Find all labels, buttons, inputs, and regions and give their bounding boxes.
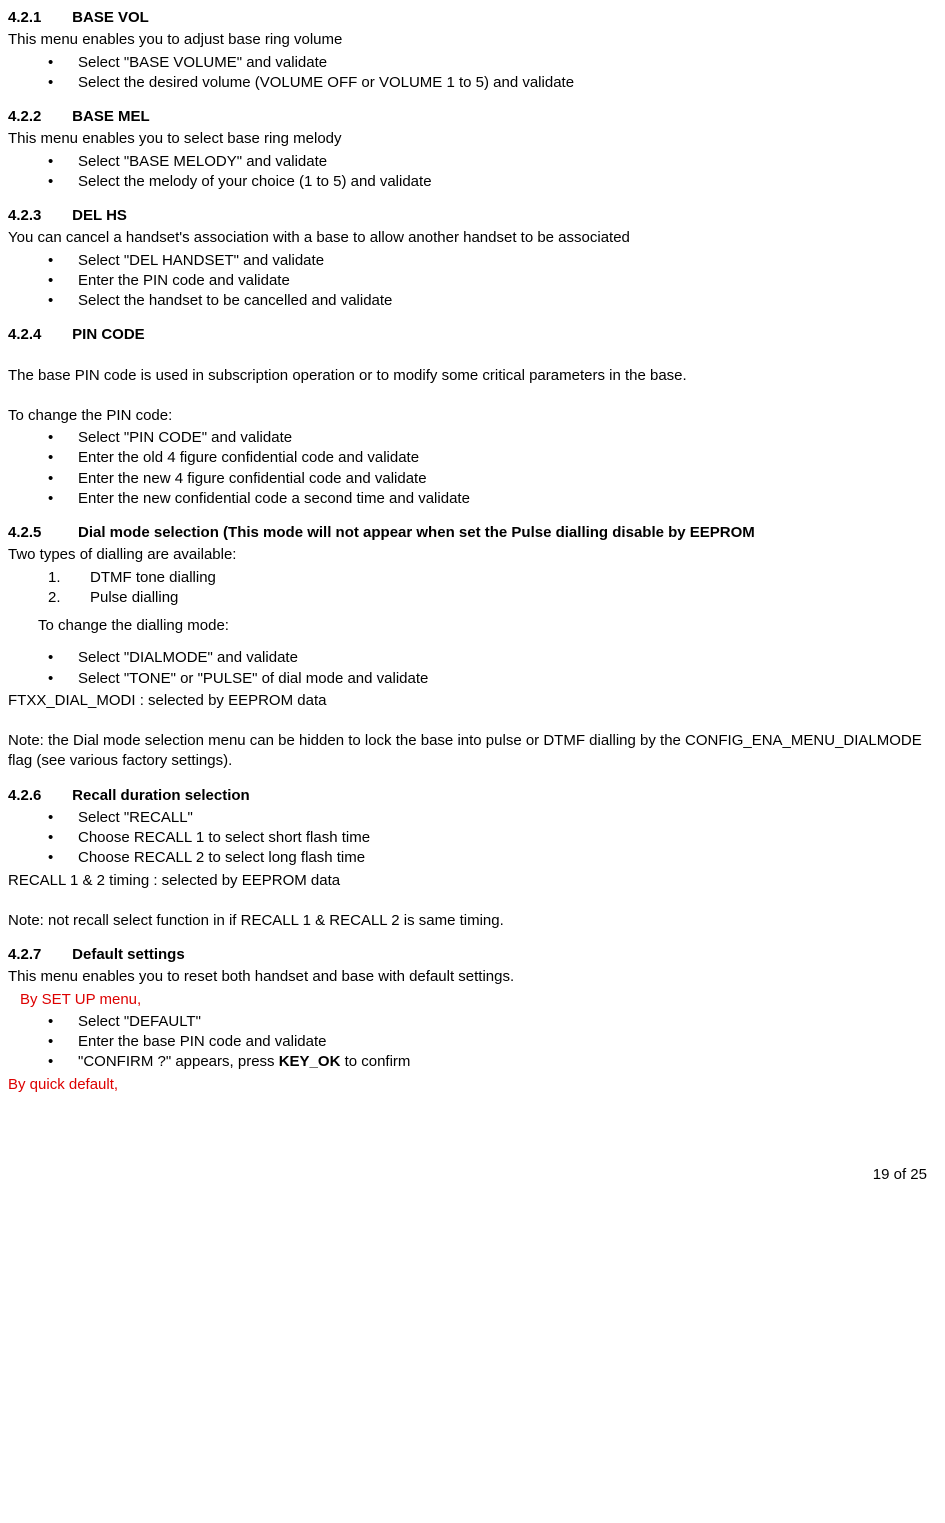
- note-425: Note: the Dial mode selection menu can b…: [8, 731, 935, 772]
- b3a: "CONFIRM ?" appears, press: [78, 1053, 279, 1070]
- heading-title: Dial mode selection (This mode will not …: [78, 523, 935, 543]
- heading-427: 4.2.7 Default settings: [8, 945, 935, 965]
- bullet-item: Enter the base PIN code and validate: [8, 1032, 935, 1052]
- heading-num: 4.2.7: [8, 945, 68, 965]
- bullet-item: Enter the old 4 figure confidential code…: [8, 448, 935, 468]
- heading-425: 4.2.5 Dial mode selection (This mode wil…: [8, 523, 935, 543]
- heading-422: 4.2.2 BASE MEL: [8, 107, 935, 127]
- bullet-item: Select "TONE" or "PULSE" of dial mode an…: [8, 669, 935, 689]
- bullet-item: Enter the new confidential code a second…: [8, 489, 935, 509]
- bullet-item: "CONFIRM ?" appears, press KEY_OK to con…: [8, 1052, 935, 1072]
- bullet-item: Enter the PIN code and validate: [8, 271, 935, 291]
- heading-num: 4.2.6: [8, 786, 68, 806]
- heading-title: Default settings: [72, 946, 185, 963]
- heading-title: PIN CODE: [72, 326, 145, 343]
- bullets-424: Select "PIN CODE" and validate Enter the…: [8, 428, 935, 509]
- bullet-item: Select the handset to be cancelled and v…: [8, 291, 935, 311]
- red1-427: By SET UP menu,: [20, 990, 935, 1010]
- bullet-item: Select the melody of your choice (1 to 5…: [8, 172, 935, 192]
- bullet-item: Select "RECALL": [8, 808, 935, 828]
- p1-424: The base PIN code is used in subscriptio…: [8, 366, 935, 386]
- heading-423: 4.2.3 DEL HS: [8, 206, 935, 226]
- note-426: Note: not recall select function in if R…: [8, 911, 935, 931]
- bullet-item: Select "PIN CODE" and validate: [8, 428, 935, 448]
- p2-424: To change the PIN code:: [8, 406, 935, 426]
- num-item: Pulse dialling: [8, 588, 935, 608]
- bullet-item: Select "DEFAULT": [8, 1012, 935, 1032]
- heading-num: 4.2.2: [8, 107, 68, 127]
- bullet-item: Select "BASE MELODY" and validate: [8, 152, 935, 172]
- heading-title: BASE VOL: [72, 9, 149, 26]
- bullets-421: Select "BASE VOLUME" and validate Select…: [8, 53, 935, 94]
- heading-num: 4.2.5: [8, 523, 68, 543]
- bullets-426: Select "RECALL" Choose RECALL 1 to selec…: [8, 808, 935, 869]
- heading-424: 4.2.4 PIN CODE: [8, 325, 935, 345]
- heading-num: 4.2.3: [8, 206, 68, 226]
- heading-title: BASE MEL: [72, 108, 150, 125]
- bullet-item: Enter the new 4 figure confidential code…: [8, 469, 935, 489]
- intro-422: This menu enables you to select base rin…: [8, 129, 935, 149]
- bullets-423: Select "DEL HANDSET" and validate Enter …: [8, 251, 935, 312]
- heading-421: 4.2.1 BASE VOL: [8, 8, 935, 28]
- intro-425: Two types of dialling are available:: [8, 545, 935, 565]
- intro-423: You can cancel a handset's association w…: [8, 228, 935, 248]
- intro-427: This menu enables you to reset both hand…: [8, 967, 935, 987]
- heading-num: 4.2.1: [8, 8, 68, 28]
- heading-title: DEL HS: [72, 207, 127, 224]
- bullets-427: Select "DEFAULT" Enter the base PIN code…: [8, 1012, 935, 1073]
- num-item: DTMF tone dialling: [8, 568, 935, 588]
- heading-426: 4.2.6 Recall duration selection: [8, 786, 935, 806]
- numlist-425: DTMF tone dialling Pulse dialling: [8, 568, 935, 609]
- bullet-item: Select "DIALMODE" and validate: [8, 648, 935, 668]
- page-number: 19 of 25: [8, 1165, 935, 1185]
- bullet-item: Select the desired volume (VOLUME OFF or…: [8, 73, 935, 93]
- b3c: to confirm: [340, 1053, 410, 1070]
- bullet-item: Choose RECALL 2 to select long flash tim…: [8, 848, 935, 868]
- b3b: KEY_OK: [279, 1053, 341, 1070]
- bullet-item: Select "DEL HANDSET" and validate: [8, 251, 935, 271]
- bullets-422: Select "BASE MELODY" and validate Select…: [8, 152, 935, 193]
- bullets-425: Select "DIALMODE" and validate Select "T…: [8, 648, 935, 689]
- bullet-item: Choose RECALL 1 to select short flash ti…: [8, 828, 935, 848]
- heading-title: Recall duration selection: [72, 787, 250, 804]
- heading-num: 4.2.4: [8, 325, 68, 345]
- intro-421: This menu enables you to adjust base rin…: [8, 30, 935, 50]
- p1-426: RECALL 1 & 2 timing : selected by EEPROM…: [8, 871, 935, 891]
- bullet-item: Select "BASE VOLUME" and validate: [8, 53, 935, 73]
- p2-425: To change the dialling mode:: [38, 616, 935, 636]
- p3-425: FTXX_DIAL_MODI : selected by EEPROM data: [8, 691, 935, 711]
- red2-427: By quick default,: [8, 1075, 935, 1095]
